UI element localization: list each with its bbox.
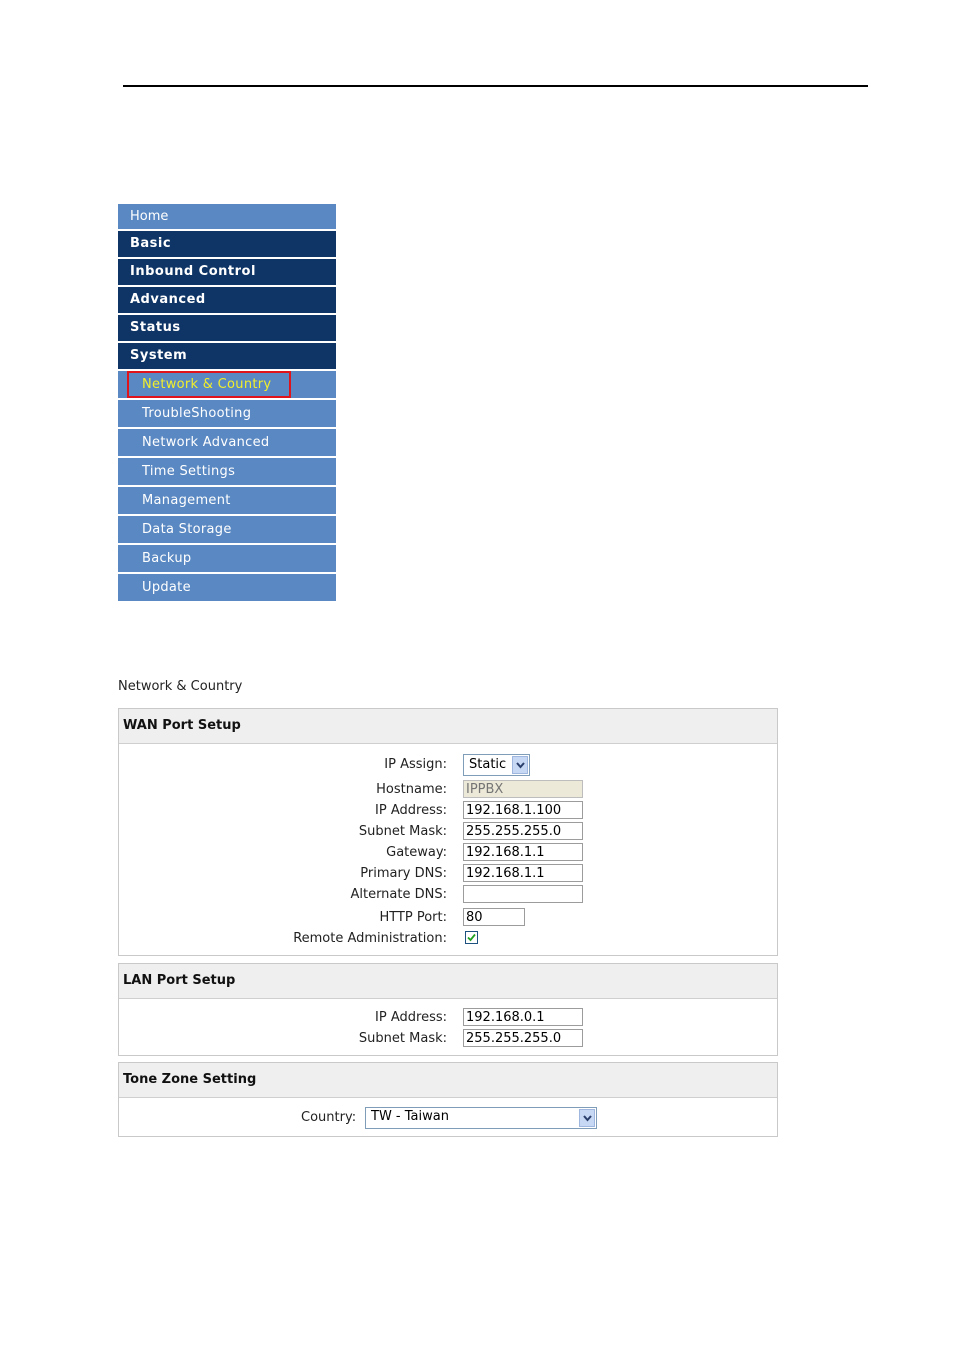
primary-dns-label: Primary DNS:: [360, 866, 447, 881]
submenu-item-update[interactable]: Update: [118, 574, 336, 601]
page-title: Network & Country: [118, 679, 243, 694]
country-value: TW - Taiwan: [371, 1109, 449, 1124]
primary-dns-input[interactable]: [463, 864, 583, 882]
http-port-input[interactable]: [463, 908, 525, 926]
lan-ip-input[interactable]: [463, 1008, 583, 1026]
wan-ip-row: IP Address:: [119, 801, 777, 821]
hostname-input: [463, 780, 583, 798]
submenu-item-backup[interactable]: Backup: [118, 545, 336, 572]
lan-panel-heading: LAN Port Setup: [119, 964, 777, 999]
submenu-item-network-country[interactable]: Network & Country: [118, 371, 336, 398]
tone-panel-heading: Tone Zone Setting: [119, 1063, 777, 1098]
chevron-down-icon[interactable]: [579, 1109, 595, 1127]
hostname-label: Hostname:: [376, 782, 447, 797]
menu-item-advanced[interactable]: Advanced: [118, 287, 336, 313]
lan-panel: LAN Port Setup IP Address: Subnet Mask:: [118, 963, 778, 1056]
wan-ip-input[interactable]: [463, 801, 583, 819]
lan-ip-label: IP Address:: [375, 1010, 447, 1025]
wan-mask-row: Subnet Mask:: [119, 822, 777, 842]
submenu-item-network-advanced[interactable]: Network Advanced: [118, 429, 336, 456]
chevron-down-icon[interactable]: [512, 756, 528, 774]
menu-item-inbound-control[interactable]: Inbound Control: [118, 259, 336, 285]
alternate-dns-label: Alternate DNS:: [350, 887, 447, 902]
lan-mask-input[interactable]: [463, 1029, 583, 1047]
ip-assign-label: IP Assign:: [384, 757, 447, 772]
http-port-label: HTTP Port:: [379, 910, 447, 925]
submenu-item-troubleshooting[interactable]: TroubleShooting: [118, 400, 336, 427]
remote-admin-label: Remote Administration:: [293, 931, 447, 946]
gateway-row: Gateway:: [119, 843, 777, 863]
menu-item-status[interactable]: Status: [118, 315, 336, 341]
http-port-row: HTTP Port:: [119, 908, 777, 928]
header-rule: [123, 85, 868, 87]
submenu-item-time-settings[interactable]: Time Settings: [118, 458, 336, 485]
remote-admin-row: Remote Administration:: [119, 929, 777, 949]
country-label: Country:: [301, 1110, 357, 1125]
country-select[interactable]: TW - Taiwan: [365, 1107, 597, 1129]
tone-panel: Tone Zone Setting Country: TW - Taiwan: [118, 1062, 778, 1137]
menu-item-basic[interactable]: Basic: [118, 231, 336, 257]
ip-assign-select[interactable]: Static: [463, 754, 530, 776]
sidebar-menu: Home Basic Inbound Control Advanced Stat…: [118, 204, 336, 603]
wan-panel-heading: WAN Port Setup: [119, 709, 777, 744]
hostname-row: Hostname:: [119, 780, 777, 800]
wan-panel: WAN Port Setup IP Assign: Static Hostnam…: [118, 708, 778, 956]
wan-mask-input[interactable]: [463, 822, 583, 840]
ip-assign-value: Static: [469, 757, 507, 772]
submenu-item-management[interactable]: Management: [118, 487, 336, 514]
gateway-input[interactable]: [463, 843, 583, 861]
wan-ip-label: IP Address:: [375, 803, 447, 818]
lan-mask-row: Subnet Mask:: [119, 1029, 777, 1049]
country-row: Country: TW - Taiwan: [119, 1107, 777, 1129]
primary-dns-row: Primary DNS:: [119, 864, 777, 884]
submenu-item-data-storage[interactable]: Data Storage: [118, 516, 336, 543]
lan-ip-row: IP Address:: [119, 1008, 777, 1028]
alternate-dns-input[interactable]: [463, 885, 583, 903]
lan-mask-label: Subnet Mask:: [358, 1031, 447, 1046]
menu-item-home[interactable]: Home: [118, 204, 336, 229]
gateway-label: Gateway:: [386, 845, 447, 860]
alternate-dns-row: Alternate DNS:: [119, 885, 777, 905]
menu-item-system[interactable]: System: [118, 343, 336, 369]
remote-admin-checkbox[interactable]: [465, 931, 478, 944]
ip-assign-row: IP Assign: Static: [119, 754, 777, 776]
wan-mask-label: Subnet Mask:: [358, 824, 447, 839]
